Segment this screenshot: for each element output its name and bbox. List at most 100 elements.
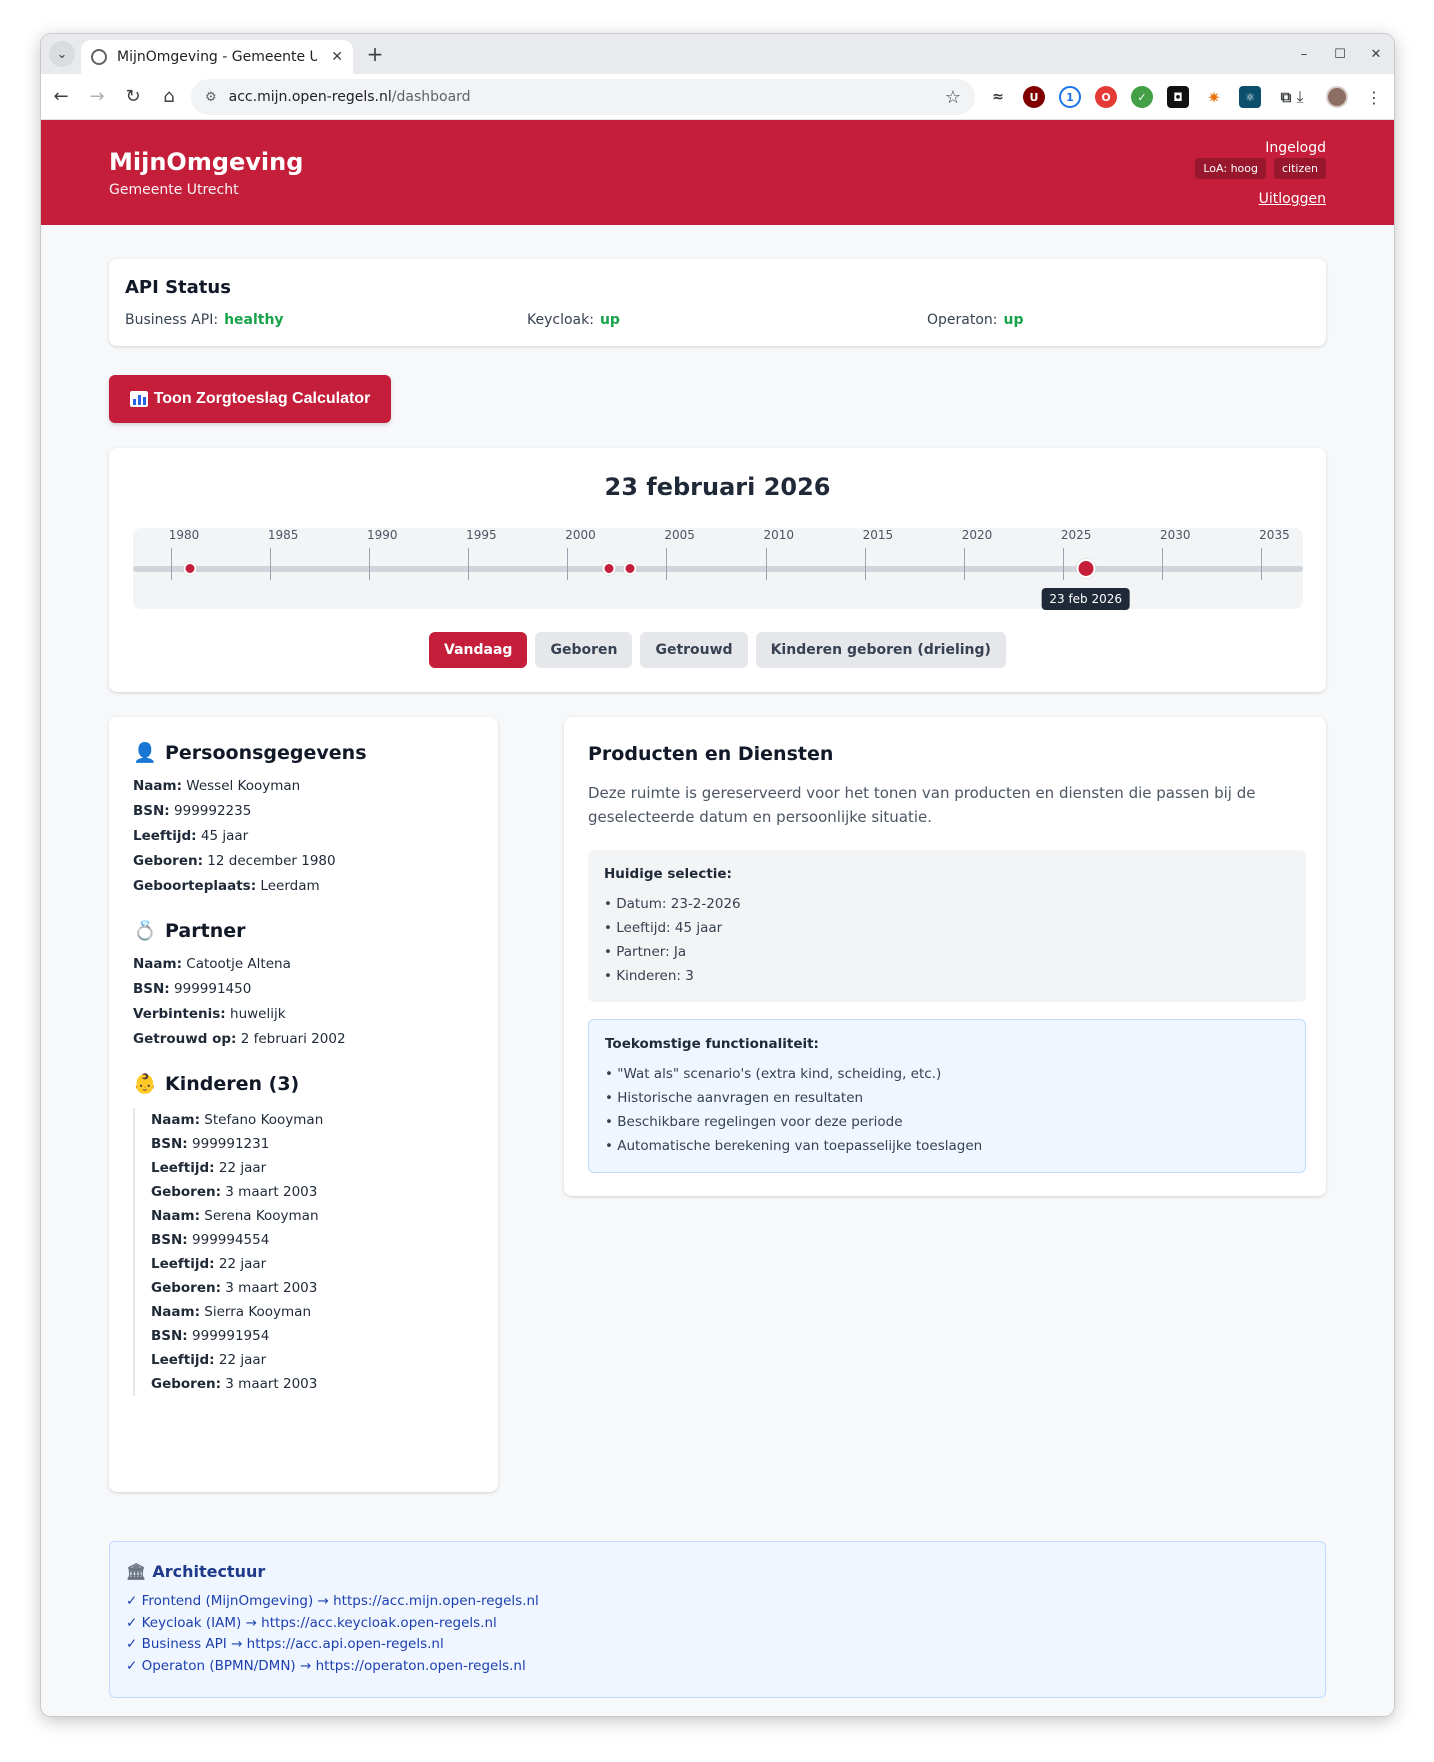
- address-bar[interactable]: ⚙ acc.mijn.open-regels.nl/dashboard ☆: [191, 79, 975, 115]
- minimize-icon[interactable]: –: [1286, 34, 1322, 74]
- back-icon[interactable]: ←: [43, 79, 79, 115]
- timeline-event-dot[interactable]: [602, 562, 616, 575]
- section-title-text: Kinderen (3): [165, 1072, 300, 1095]
- today-button[interactable]: Vandaag: [429, 632, 528, 668]
- field-value: 999992235: [174, 803, 252, 819]
- close-window-icon[interactable]: ✕: [1358, 34, 1394, 74]
- child-bsn: BSN: 999991954: [151, 1324, 317, 1348]
- person-icon: 👤: [133, 742, 157, 764]
- extension-ublock-icon[interactable]: U: [1023, 86, 1045, 108]
- new-tab-icon[interactable]: +: [361, 40, 389, 68]
- reload-icon[interactable]: ↻: [115, 79, 151, 115]
- field-label: Leeftijd:: [133, 828, 197, 844]
- timeline-line[interactable]: [133, 566, 1303, 572]
- child-born: Geboren: 3 maart 2003: [151, 1372, 317, 1396]
- timeline-year-label: 2020: [961, 528, 993, 542]
- timeline-track[interactable]: 1980 1985 1990 1995 2000 2005 2010 2015 2020 2025…: [133, 528, 1303, 610]
- extension-mustache-icon[interactable]: ≈: [987, 86, 1009, 108]
- timeline-year-label: 1990: [367, 528, 398, 542]
- home-icon[interactable]: ⌂: [151, 79, 187, 115]
- timeline-tooltip: 23 feb 2026: [1041, 588, 1131, 610]
- field-value: 999991450: [174, 981, 252, 997]
- field-label: Leeftijd:: [151, 1160, 215, 1176]
- timeline-tick: [1162, 548, 1164, 580]
- field-value: 999991231: [192, 1136, 270, 1152]
- field-value: Catootje Altena: [186, 956, 291, 972]
- baby-icon: 👶: [133, 1073, 157, 1095]
- show-calculator-button[interactable]: Toon Zorgtoeslag Calculator: [109, 375, 391, 423]
- extension-1password-icon[interactable]: 1: [1059, 86, 1081, 108]
- logout-link[interactable]: Uitloggen: [1259, 191, 1326, 207]
- architecture-item[interactable]: ✓ Keycloak (IAM) → https://acc.keycloak.…: [126, 1615, 497, 1631]
- brand-title[interactable]: MijnOmgeving: [109, 148, 303, 176]
- timeline-year-label: 2030: [1160, 528, 1191, 542]
- field-label: Naam:: [133, 956, 182, 972]
- field-value: Leerdam: [260, 878, 320, 894]
- api-status-card: API Status Business API: healthy Keycloak…: [109, 259, 1326, 346]
- timeline-current-dot[interactable]: [1076, 559, 1096, 578]
- future-features-box: Toekomstige functionaliteit: • "Wat als"…: [588, 1019, 1306, 1173]
- extension-dark-icon[interactable]: ◘: [1167, 86, 1189, 108]
- download-icon[interactable]: ⤓: [1288, 85, 1312, 109]
- forward-icon[interactable]: →: [79, 79, 115, 115]
- born-button[interactable]: Geboren: [535, 632, 633, 668]
- browser-toolbar: ← → ↻ ⌂ ⚙ acc.mijn.open-regels.nl/dashbo…: [41, 74, 1394, 120]
- child-name: Naam: Serena Kooyman: [151, 1204, 319, 1228]
- field-value: 3 maart 2003: [225, 1280, 318, 1296]
- field-label: Geboren:: [151, 1280, 221, 1296]
- timeline-card: 23 februari 2026 1980 1985 1990 1995 2000 200…: [109, 448, 1326, 692]
- maximize-icon[interactable]: ☐: [1322, 34, 1358, 74]
- extension-shield-icon[interactable]: ✓: [1131, 86, 1153, 108]
- architecture-box: 🏛 Architectuur ✓ Frontend (MijnOmgeving)…: [109, 1541, 1326, 1698]
- timeline-tick: [269, 548, 271, 580]
- field-value: 45 jaar: [200, 828, 249, 844]
- classical-building-icon: 🏛: [126, 1562, 147, 1581]
- person-field: BSN: 999992235: [133, 803, 251, 819]
- field-value: 12 december 1980: [207, 853, 336, 869]
- current-selection-box: Huidige selectie: • Datum: 23-2-2026 • Le…: [588, 850, 1306, 1002]
- browser-tab[interactable]: MijnOmgeving - Gemeente Utrecht ✕: [81, 40, 353, 74]
- selection-item: • Kinderen: 3: [604, 968, 694, 984]
- profile-avatar[interactable]: [1326, 86, 1348, 108]
- timeline-tick: [369, 548, 370, 580]
- child-entry: Naam: Sierra Kooyman BSN: 999991954 Leefti…: [133, 1300, 317, 1396]
- bookmark-star-icon[interactable]: ☆: [945, 87, 961, 108]
- architecture-item[interactable]: ✓ Operaton (BPMN/DMN) → https://operaton…: [126, 1658, 526, 1674]
- tab-search-icon[interactable]: ⌄: [49, 41, 75, 67]
- close-tab-icon[interactable]: ✕: [331, 49, 343, 65]
- children-section-title: 👶 Kinderen (3): [133, 1072, 300, 1096]
- timeline-event-dot[interactable]: [183, 562, 197, 575]
- child-entry: Naam: Stefano Kooyman BSN: 999991231 Leeft…: [133, 1108, 323, 1204]
- selection-item: • Partner: Ja: [604, 944, 687, 960]
- timeline-year-label: 2025: [1060, 528, 1092, 542]
- field-label: Naam:: [133, 778, 182, 794]
- products-card: Producten en Diensten Deze ruimte is ger…: [564, 717, 1326, 1196]
- child-age: Leeftijd: 22 jaar: [151, 1252, 319, 1276]
- extension-sun-icon[interactable]: ✷: [1203, 86, 1225, 108]
- architecture-item[interactable]: ✓ Business API → https://acc.api.open-re…: [126, 1636, 444, 1652]
- child-born: Geboren: 3 maart 2003: [151, 1276, 319, 1300]
- selection-item: • Leeftijd: 45 jaar: [604, 920, 723, 936]
- field-label: Geboorteplaats:: [133, 878, 257, 894]
- child-age: Leeftijd: 22 jaar: [151, 1348, 317, 1372]
- products-description: Deze ruimte is gereserveerd voor het ton…: [588, 784, 1256, 826]
- timeline-event-dot[interactable]: [623, 562, 637, 575]
- architecture-item[interactable]: ✓ Frontend (MijnOmgeving) → https://acc.…: [126, 1593, 539, 1609]
- status-label: Operaton:: [927, 312, 998, 328]
- children-born-button[interactable]: Kinderen geboren (drieling): [755, 632, 1006, 668]
- child-bsn: BSN: 999991231: [151, 1132, 323, 1156]
- status-value: up: [599, 312, 620, 328]
- extension-react-icon[interactable]: ⚛: [1239, 86, 1261, 108]
- timeline-tick: [864, 548, 866, 580]
- person-card: 👤 Persoonsgegevens Naam: Wessel Kooyman B…: [109, 717, 498, 1492]
- operaton-status: Operaton: up: [927, 312, 1024, 328]
- site-settings-icon[interactable]: ⚙: [205, 90, 217, 105]
- timeline-tick: [963, 548, 965, 580]
- timeline-tick: [170, 548, 172, 580]
- extension-opera-icon[interactable]: O: [1095, 86, 1117, 108]
- future-title: Toekomstige functionaliteit:: [605, 1036, 819, 1052]
- married-button[interactable]: Getrouwd: [640, 632, 748, 668]
- field-value: 22 jaar: [218, 1256, 267, 1272]
- timeline-year-label: 2005: [664, 528, 695, 542]
- menu-kebab-icon[interactable]: ⋮: [1362, 85, 1386, 109]
